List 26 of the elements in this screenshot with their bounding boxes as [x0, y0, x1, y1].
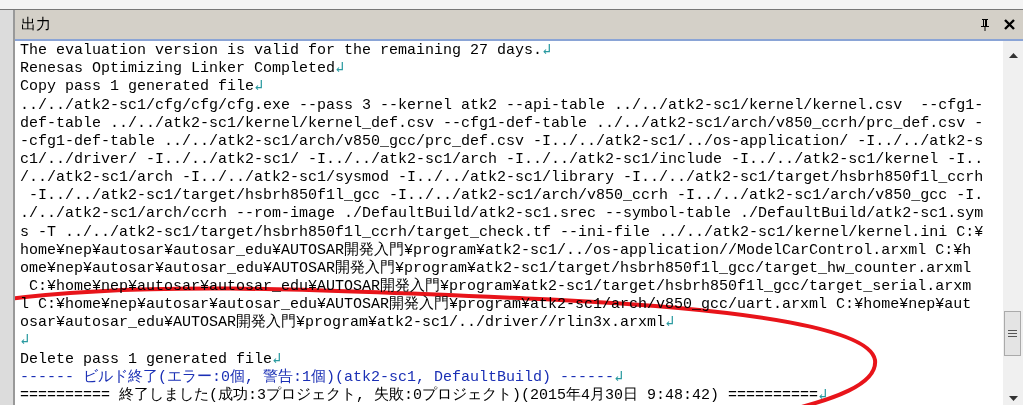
- output-line: c1/../driver/ -I../../atk2-sc1/ -I../../atk2-sc1/arch -I../../atk2-sc1/include -I../../atk2-sc1/kernel -I..: [20, 151, 984, 169]
- output-line: ------ ビルド終了(エラー:0個, 警告:1個)(atk2-sc1, DefaultBuild) ------: [20, 368, 615, 386]
- line-end-mark: ↲: [335, 60, 345, 78]
- line-end-mark: ↲: [818, 386, 828, 404]
- output-line: Delete pass 1 generated file: [20, 350, 273, 368]
- line-end-mark: ↲: [20, 332, 30, 350]
- output-line: The evaluation version is valid for the remaining 27 days.: [20, 42, 543, 60]
- output-line: /../atk2-sc1/arch -I../../atk2-sc1/sysmod -I../../atk2-sc1/library -I../../atk2-sc1/target/hsbrh850f1l_ccrh: [20, 169, 984, 187]
- output-line: Copy pass 1 generated file: [20, 78, 255, 96]
- line-end-mark: ↲: [614, 368, 624, 386]
- line-end-mark: ↲: [272, 350, 282, 368]
- output-line: -I../../atk2-sc1/target/hsbrh850f1l_gcc -I../../atk2-sc1/arch/v850_ccrh -I../../atk2-sc1/arch/v850_gcc -I.: [28, 187, 984, 205]
- output-line: home¥nep¥autosar¥autosar_edu¥AUTOSAR開発入門¥program¥atk2-sc1/../os-application//ModelCarControl.arxml C:¥h: [20, 241, 972, 259]
- output-line: def-table ../../atk2-sc1/kernel/kernel_def.csv --cfg1-def-table ../../atk2-sc1/arch/v850_ccrh/prc_def.csv -: [20, 114, 984, 132]
- output-line: osar¥autosar_edu¥AUTOSAR開発入門¥program¥atk2-sc1/../driver//rlin3x.arxml: [20, 314, 666, 332]
- output-line: s -T ../../atk2-sc1/target/hsbrh850f1l_ccrh/target_check.tf --ini-file ../../atk2-sc1/kernel/kernel.ini C:¥: [20, 223, 984, 241]
- line-end-mark: ↲: [665, 314, 675, 332]
- output-line: ./../atk2-sc1/arch/ccrh --rom-image ./DefaultBuild/atk2-sc1.srec --symbol-table ./DefaultBuild/atk2-sc1.sym: [20, 205, 984, 223]
- output-line: ../../atk2-sc1/cfg/cfg/cfg.exe --pass 3 --kernel atk2 --api-table ../../atk2-sc1/kernel/kernel.csv --cfg1-: [20, 96, 984, 114]
- output-line: ========== 終了しました(成功:3プロジェクト, 失敗:0プロジェクト)(2015年4月30日 9:48:42) ==========: [20, 386, 819, 404]
- line-end-mark: ↲: [542, 42, 552, 60]
- panel-title: 出力: [21, 15, 52, 35]
- output-line: -cfg1-def-table ../../atk2-sc1/arch/v850_gcc/prc_def.csv -I../../atk2-sc1/../os-application/ -I../../atk2-s: [20, 132, 984, 150]
- output-line: Renesas Optimizing Linker Completed: [20, 60, 336, 78]
- line-end-mark: ↲: [254, 78, 264, 96]
- output-line: ome¥nep¥autosar¥autosar_edu¥AUTOSAR開発入門¥program¥atk2-sc1/target/hsbrh850f1l_gcc/target_hw_counter.arxml: [20, 259, 972, 277]
